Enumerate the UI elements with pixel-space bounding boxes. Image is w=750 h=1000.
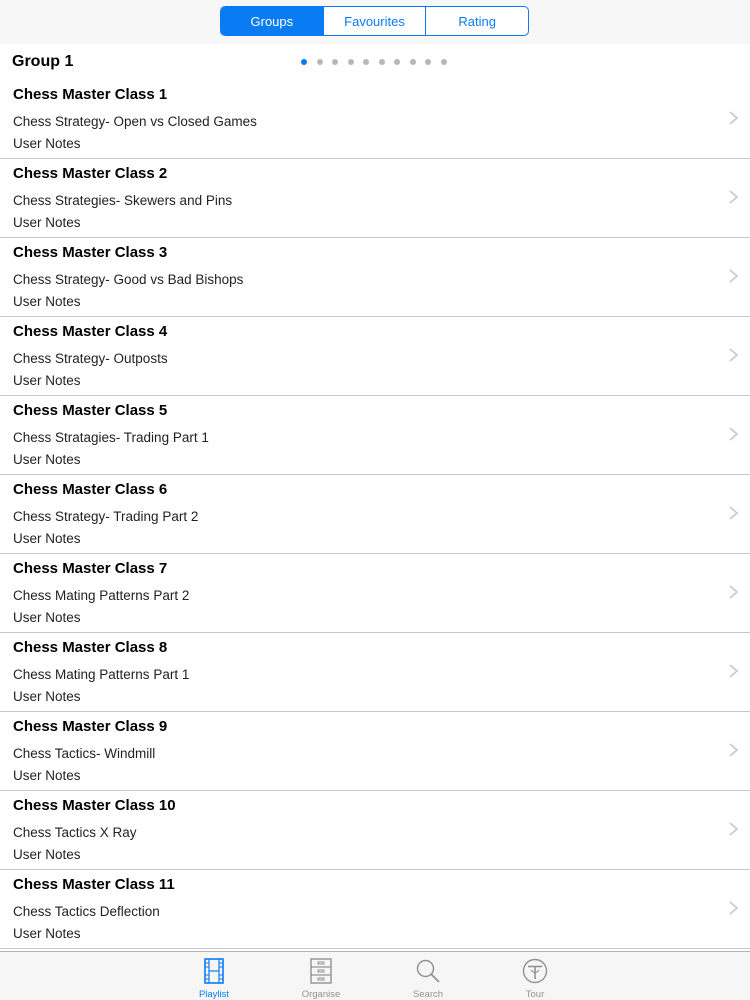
tour-icon <box>522 958 548 984</box>
user-notes-label: User Notes <box>13 610 81 625</box>
film-icon <box>204 958 224 984</box>
user-notes-label: User Notes <box>13 215 81 230</box>
user-notes-label: User Notes <box>13 926 81 941</box>
list-item[interactable]: Chess Master Class 9 Chess Tactics- Windm… <box>0 712 750 791</box>
class-subtitle: Chess Mating Patterns Part 1 <box>13 667 190 682</box>
chevron-right-icon <box>729 664 738 678</box>
class-subtitle: Chess Tactics Deflection <box>13 904 160 919</box>
class-title: Chess Master Class 10 <box>13 797 176 814</box>
class-title: Chess Master Class 9 <box>13 718 168 735</box>
search-icon <box>416 959 440 983</box>
segment-rating[interactable]: Rating <box>425 7 528 35</box>
class-title: Chess Master Class 5 <box>13 402 168 419</box>
class-subtitle: Chess Strategy- Outposts <box>13 351 168 366</box>
class-subtitle: Chess Strategies- Skewers and Pins <box>13 193 233 208</box>
list-item[interactable]: Chess Master Class 5 Chess Stratagies- Tr… <box>0 396 750 475</box>
user-notes-label: User Notes <box>13 452 81 467</box>
user-notes-label: User Notes <box>13 689 81 704</box>
page-dot[interactable] <box>440 59 447 65</box>
page-dot[interactable] <box>301 59 307 65</box>
page-indicator[interactable] <box>301 59 456 65</box>
tab-label-tour: Tour <box>525 989 545 1000</box>
chevron-right-icon <box>729 190 738 204</box>
page-dot[interactable] <box>378 59 385 65</box>
chevron-right-icon <box>729 269 738 283</box>
list-item[interactable]: Chess Master Class 10 Chess Tactics X Ray… <box>0 791 750 870</box>
segment-groups[interactable]: Groups <box>221 7 323 35</box>
chevron-right-icon <box>729 348 738 362</box>
class-subtitle: Chess Tactics X Ray <box>13 825 137 840</box>
class-subtitle: Chess Mating Patterns Part 2 <box>13 588 190 603</box>
class-subtitle: Chess Strategy- Open vs Closed Games <box>13 114 257 129</box>
tab-bar: Playlist Organise Search Tour <box>0 951 750 1000</box>
user-notes-label: User Notes <box>13 847 81 862</box>
tab-playlist[interactable]: Playlist <box>184 952 244 1000</box>
segmented-control: Groups Favourites Rating <box>220 6 529 36</box>
page-dot[interactable] <box>425 59 431 65</box>
list-item[interactable]: Chess Master Class 4 Chess Strategy- Outp… <box>0 317 750 396</box>
class-subtitle: Chess Tactics- Windmill <box>13 746 156 761</box>
list-item[interactable]: Chess Master Class 11 Chess Tactics Defle… <box>0 870 750 949</box>
list-item[interactable]: Chess Master Class 6 Chess Strategy- Trad… <box>0 475 750 554</box>
class-title: Chess Master Class 4 <box>13 323 168 340</box>
class-title: Chess Master Class 8 <box>13 639 168 656</box>
tab-label-organise: Organise <box>301 989 341 1000</box>
user-notes-label: User Notes <box>13 531 81 546</box>
tab-organise[interactable]: Organise <box>291 952 351 1000</box>
tab-label-search: Search <box>412 989 444 1000</box>
tab-search[interactable]: Search <box>398 952 458 1000</box>
class-title: Chess Master Class 7 <box>13 560 168 577</box>
list-item[interactable]: Chess Master Class 2 Chess Strategies- Sk… <box>0 159 750 238</box>
chevron-right-icon <box>729 822 738 836</box>
user-notes-label: User Notes <box>13 294 81 309</box>
tab-tour[interactable]: Tour <box>505 952 565 1000</box>
page-dot[interactable] <box>347 59 354 65</box>
class-title: Chess Master Class 2 <box>13 165 168 182</box>
chevron-right-icon <box>729 901 738 915</box>
chevron-right-icon <box>729 585 738 599</box>
chevron-right-icon <box>729 427 738 441</box>
segment-favourites[interactable]: Favourites <box>322 7 426 35</box>
class-title: Chess Master Class 3 <box>13 244 168 261</box>
cabinet-icon <box>310 958 332 984</box>
page-dot[interactable] <box>409 59 416 65</box>
user-notes-label: User Notes <box>13 768 81 783</box>
list-item[interactable]: Chess Master Class 1 Chess Strategy- Open… <box>0 80 750 159</box>
page-dot[interactable] <box>363 59 369 65</box>
class-title: Chess Master Class 6 <box>13 481 168 498</box>
user-notes-label: User Notes <box>13 373 81 388</box>
chevron-right-icon <box>729 743 738 757</box>
class-subtitle: Chess Stratagies- Trading Part 1 <box>13 430 209 445</box>
list-item[interactable]: Chess Master Class 3 Chess Strategy- Good… <box>0 238 750 317</box>
list-item[interactable]: Chess Master Class 7 Chess Mating Pattern… <box>0 554 750 633</box>
class-title: Chess Master Class 1 <box>13 86 168 103</box>
list-item[interactable]: Chess Master Class 8 Chess Mating Pattern… <box>0 633 750 712</box>
chevron-right-icon <box>729 506 738 520</box>
top-bar: Groups Favourites Rating <box>0 0 750 44</box>
page-dot[interactable] <box>316 59 323 65</box>
page-dot[interactable] <box>394 59 400 65</box>
class-subtitle: Chess Strategy- Good vs Bad Bishops <box>13 272 244 287</box>
chevron-right-icon <box>729 111 738 125</box>
group-title: Group 1 <box>12 53 74 70</box>
class-list: Chess Master Class 1 Chess Strategy- Open… <box>0 80 750 949</box>
page-dot[interactable] <box>332 59 338 65</box>
user-notes-label: User Notes <box>13 136 81 151</box>
class-title: Chess Master Class 11 <box>13 876 175 893</box>
tab-label-playlist: Playlist <box>198 989 230 1000</box>
class-subtitle: Chess Strategy- Trading Part 2 <box>13 509 199 524</box>
